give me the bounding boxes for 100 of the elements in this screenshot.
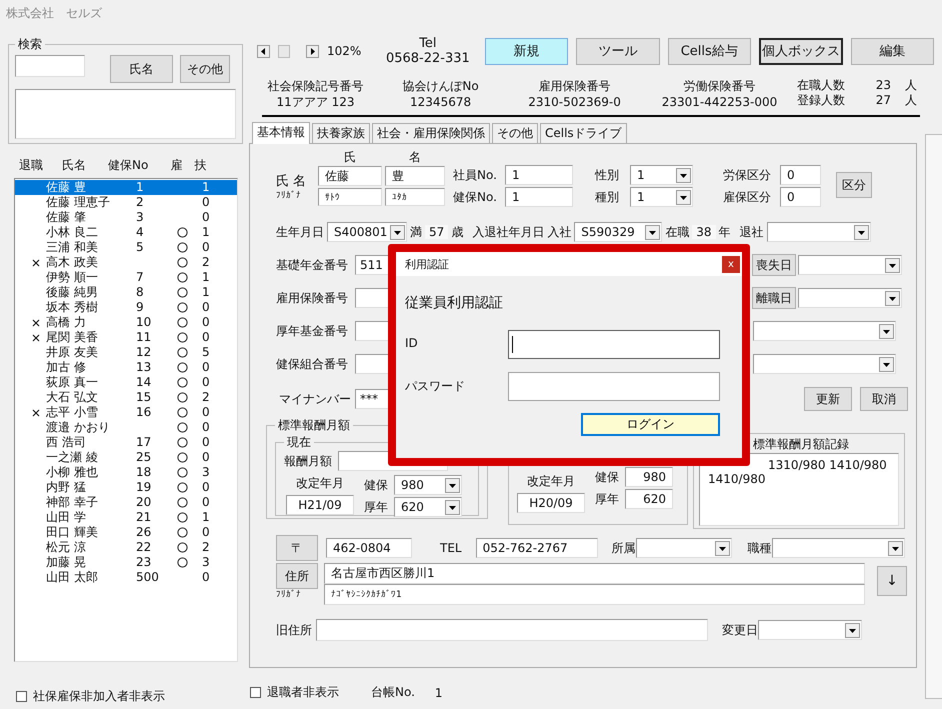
dependents-count: 2 <box>202 255 211 270</box>
close-button[interactable]: x <box>722 256 740 272</box>
tab[interactable]: Cellsドライブ <box>540 123 627 143</box>
employee-row[interactable]: 佐藤 豊 1 1 <box>15 180 237 195</box>
scroll-left-button[interactable] <box>257 44 270 58</box>
dependents-count: 0 <box>202 450 211 465</box>
category-dropdown[interactable]: 1 <box>630 187 693 207</box>
employee-name: 井原 友美 <box>46 345 99 360</box>
employee-row[interactable]: 高橋 力 10 0 <box>15 315 237 330</box>
gender-dropdown[interactable]: 1 <box>630 165 693 185</box>
employee-row[interactable]: 伊勢 順一 7 1 <box>15 270 237 285</box>
employee-row[interactable]: 佐藤 肇 3 0 <box>15 210 237 225</box>
login-button[interactable]: ログイン <box>581 413 720 436</box>
checkbox[interactable] <box>250 687 261 698</box>
checkbox[interactable] <box>16 691 27 702</box>
employee-row[interactable]: 松元 涼 22 2 <box>15 540 237 555</box>
address-kana-field[interactable]: ﾅｺﾞﾔｼﾆｼｸｶﾁｶﾞﾜ1 <box>324 584 865 605</box>
family-kana-field[interactable]: ｻﾄｳ <box>318 188 382 206</box>
given-name-field[interactable]: 豊 <box>385 166 445 186</box>
rouho-field[interactable]: 0 <box>780 165 821 185</box>
old-address-field[interactable] <box>316 619 708 641</box>
employee-row[interactable]: 小柳 雅也 18 3 <box>15 465 237 480</box>
employee-row[interactable]: 加藤 晃 23 3 <box>15 555 237 570</box>
tab[interactable]: 扶養家族 <box>312 123 370 143</box>
number-field[interactable] <box>355 321 389 341</box>
kubun-button[interactable]: 区分 <box>836 172 872 198</box>
employee-name: 内野 猛 <box>46 480 87 495</box>
employee-row[interactable]: 佐藤 理恵子 2 0 <box>15 195 237 210</box>
search-button[interactable]: その他 <box>180 55 230 83</box>
search-field[interactable] <box>15 55 85 77</box>
cancel-button[interactable]: 取消 <box>860 387 908 411</box>
employee-row[interactable]: 一之瀬 綾 25 0 <box>15 450 237 465</box>
date-button[interactable]: 離職日 <box>752 287 796 309</box>
revision-field[interactable]: H21/09 <box>286 495 354 515</box>
number-field[interactable]: 511 <box>355 255 389 275</box>
tab[interactable]: その他 <box>492 123 538 143</box>
checkbox-label: 社保雇保非加入者非表示 <box>33 688 165 705</box>
hire-date-dropdown[interactable]: S590329 <box>574 222 662 242</box>
number-field[interactable] <box>355 354 389 374</box>
tab[interactable]: 社会・雇用保険関係 <box>372 123 490 143</box>
employee-row[interactable]: 山田 学 21 1 <box>15 510 237 525</box>
postal-code-field[interactable]: 462-0804 <box>326 538 412 558</box>
update-button[interactable]: 更新 <box>804 387 852 411</box>
employee-name: 一之瀬 綾 <box>46 450 99 465</box>
phone-field[interactable]: 052-762-2767 <box>476 538 598 558</box>
dependents-count: 0 <box>202 330 211 345</box>
employee-row[interactable]: 小林 良二 4 1 <box>15 225 237 240</box>
employee-row[interactable]: 田口 輝美 26 0 <box>15 525 237 540</box>
postal-button[interactable]: 〒 <box>276 535 318 561</box>
employee-row[interactable]: 加古 修 13 0 <box>15 360 237 375</box>
toolbar-button[interactable]: 編集 <box>850 38 934 64</box>
employee-row[interactable]: 尾関 美香 11 0 <box>15 330 237 345</box>
kenpo-number-field[interactable]: 1 <box>505 187 573 207</box>
count-value: 23 <box>874 78 891 93</box>
employee-row[interactable]: 井原 友美 12 5 <box>15 345 237 360</box>
zoom-slider-thumb[interactable] <box>278 44 290 58</box>
input-field[interactable] <box>508 330 720 359</box>
toolbar-button[interactable]: 個人ボックス <box>759 38 843 64</box>
down-button[interactable]: ↓ <box>877 566 907 596</box>
field-label: 雇用保険番号 <box>276 290 349 306</box>
my-number-field[interactable]: *** <box>355 389 389 409</box>
dependents-count: 1 <box>202 270 211 285</box>
toolbar-button[interactable]: ツール <box>576 38 660 64</box>
employee-row[interactable]: 西 浩司 17 0 <box>15 435 237 450</box>
kenpo-field[interactable]: 980 <box>625 467 673 487</box>
address-button[interactable]: 住所 <box>276 563 318 589</box>
number-field[interactable] <box>355 288 389 308</box>
search-results-box[interactable] <box>15 89 236 139</box>
tab[interactable]: 基本情報 <box>252 122 310 144</box>
employee-row[interactable]: 後藤 純男 8 1 <box>15 285 237 300</box>
employee-row[interactable]: 内野 猛 19 0 <box>15 480 237 495</box>
employee-row[interactable]: 三浦 和美 5 0 <box>15 240 237 255</box>
kounen-field[interactable]: 620 <box>625 489 673 509</box>
toolbar-button[interactable]: 新規 <box>484 38 568 64</box>
kenpo-dropdown[interactable]: 980 <box>394 475 462 495</box>
field-label: 年 <box>718 224 731 240</box>
address-field[interactable]: 名古屋市西区勝川1 <box>324 563 865 584</box>
pay-history-box[interactable]: 1310/980 1410/980 1410/980 <box>699 453 899 526</box>
employee-row[interactable]: 高木 政美 2 <box>15 255 237 270</box>
employee-row[interactable]: 渡邉 かおり 0 <box>15 420 237 435</box>
employee-row[interactable]: 坂本 秀樹 9 0 <box>15 300 237 315</box>
search-button[interactable]: 氏名 <box>110 55 173 83</box>
birth-date-dropdown[interactable]: S400801 <box>327 222 407 242</box>
employee-list[interactable] <box>14 178 238 662</box>
input-field[interactable] <box>508 372 720 401</box>
toolbar-button[interactable]: Cells給与 <box>668 38 752 64</box>
employee-row[interactable]: 大石 弘文 15 2 <box>15 390 237 405</box>
employee-row[interactable]: 山田 太郎 500 0 <box>15 570 237 585</box>
date-button[interactable]: 喪失日 <box>752 254 796 276</box>
employee-row[interactable]: 神部 幸子 20 0 <box>15 495 237 510</box>
employee-number-field[interactable]: 1 <box>505 165 573 185</box>
employee-name: 加古 修 <box>46 360 87 375</box>
kounen-dropdown[interactable]: 620 <box>394 497 462 517</box>
given-kana-field[interactable]: ﾕﾀｶ <box>385 188 445 206</box>
scroll-right-button[interactable] <box>306 44 319 58</box>
employee-row[interactable]: 志平 小雪 16 0 <box>15 405 237 420</box>
family-name-field[interactable]: 佐藤 <box>318 166 382 186</box>
koho-field[interactable]: 0 <box>780 187 821 207</box>
employee-row[interactable]: 荻原 真一 14 0 <box>15 375 237 390</box>
revision-field[interactable]: H20/09 <box>517 493 585 513</box>
